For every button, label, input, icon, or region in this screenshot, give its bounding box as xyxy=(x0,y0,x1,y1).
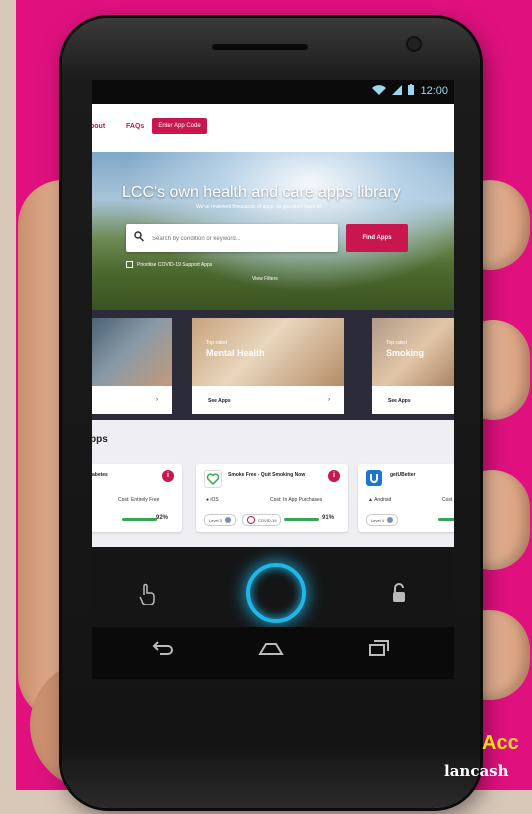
app-os: ▲ Android xyxy=(368,497,392,503)
score-bar xyxy=(438,518,454,521)
app-cost: Cost xyxy=(442,497,453,503)
category-card[interactable]: › xyxy=(92,318,172,414)
phone-screen: 12:00 bout FAQs Enter App Code LCC's own… xyxy=(92,80,454,547)
status-time: 12:00 xyxy=(420,85,448,97)
app-name: getUBetter xyxy=(390,472,416,478)
app-card[interactable]: abetes i Cost: Entirely Free 92% xyxy=(92,464,182,532)
covid-icon xyxy=(247,516,255,524)
category-card-smoking[interactable]: Top rated Smoking See Apps xyxy=(372,318,454,414)
nav-faqs-link[interactable]: FAQs xyxy=(126,123,144,130)
covid-badge: COVID-19 xyxy=(242,514,282,526)
home-icon[interactable] xyxy=(258,639,284,662)
nav-about-link[interactable]: bout xyxy=(92,123,105,130)
signal-icon xyxy=(392,84,403,98)
app-card-smoke-free[interactable]: Smoke Free - Quit Smoking Now i ● iOS Co… xyxy=(196,464,348,532)
info-icon[interactable]: i xyxy=(162,470,174,482)
app-score: 92% xyxy=(156,515,169,521)
app-name: Smoke Free - Quit Smoking Now xyxy=(228,472,306,478)
app-name: abetes xyxy=(92,472,108,478)
recent-apps-icon[interactable] xyxy=(368,639,390,663)
level-badge: Level 4 xyxy=(366,514,398,526)
search-input[interactable] xyxy=(150,230,334,248)
search-icon xyxy=(134,231,145,245)
category-tag: Top rated xyxy=(386,340,407,346)
level-badge: Level 3 xyxy=(204,514,236,526)
view-filters-link[interactable]: View Filters xyxy=(252,276,278,282)
chevron-right-icon: › xyxy=(328,397,330,403)
hero-banner: LCC's own health and care apps library W… xyxy=(92,152,454,310)
heart-icon xyxy=(204,470,222,488)
enter-app-code-button[interactable]: Enter App Code xyxy=(152,118,207,134)
front-camera xyxy=(408,38,420,50)
status-bar: 12:00 xyxy=(92,80,454,104)
battery-icon xyxy=(408,84,415,98)
category-title: Mental Health xyxy=(206,348,265,358)
hero-title: LCC's own health and care apps library xyxy=(122,184,401,201)
category-card-mental-health[interactable]: Top rated Mental Health See Apps › xyxy=(192,318,344,414)
unlock-icon[interactable] xyxy=(392,583,406,608)
android-nav-bar xyxy=(92,627,454,679)
prioritise-label: Prioritise COVID-19 Support Apps xyxy=(137,261,213,268)
category-carousel: › Top rated Mental Health See Apps › Top… xyxy=(92,310,454,420)
hand-pointer-icon[interactable] xyxy=(138,583,156,610)
android-icon: ▲ xyxy=(368,497,373,503)
category-title: Smoking xyxy=(386,348,425,358)
apple-icon: ● xyxy=(206,497,210,503)
back-icon[interactable] xyxy=(152,639,174,662)
score-bar xyxy=(122,518,157,521)
see-apps-link[interactable]: See Apps xyxy=(388,398,411,404)
info-small-icon xyxy=(224,517,231,523)
hero-subtitle: We've reviewed thousands of apps, so you… xyxy=(196,204,323,210)
info-icon[interactable]: i xyxy=(328,470,340,482)
category-tag: Top rated xyxy=(206,340,227,346)
category-image xyxy=(92,318,172,386)
home-ring-button[interactable] xyxy=(246,563,306,623)
u-logo-icon xyxy=(366,470,382,486)
find-apps-button[interactable]: Find Apps xyxy=(346,224,408,252)
promo-text-line2: lancash xyxy=(444,762,509,780)
app-score: 91% xyxy=(322,515,335,521)
app-cost: Cost: In App Purchases xyxy=(270,497,323,503)
top-nav: bout FAQs Enter App Code xyxy=(92,104,454,152)
app-os: ● iOS xyxy=(206,497,219,503)
promo-text-line1: Acc xyxy=(482,732,519,754)
checkbox-icon[interactable] xyxy=(126,261,133,268)
search-box[interactable] xyxy=(126,224,338,252)
chevron-right-icon: › xyxy=(156,397,158,403)
prioritise-covid-checkbox[interactable]: Prioritise COVID-19 Support Apps xyxy=(126,261,212,268)
info-small-icon xyxy=(386,517,393,523)
app-card-getubetter[interactable]: getUBetter ▲ Android Cost Level 4 xyxy=(358,464,454,532)
speaker-grille xyxy=(212,44,308,50)
apps-section: pps abetes i Cost: Entirely Free 92% Smo… xyxy=(92,420,454,547)
app-cost: Cost: Entirely Free xyxy=(118,497,160,503)
score-bar xyxy=(284,518,319,521)
see-apps-link[interactable]: See Apps xyxy=(208,398,231,404)
apps-heading: pps xyxy=(92,434,108,445)
wifi-icon xyxy=(372,84,387,98)
